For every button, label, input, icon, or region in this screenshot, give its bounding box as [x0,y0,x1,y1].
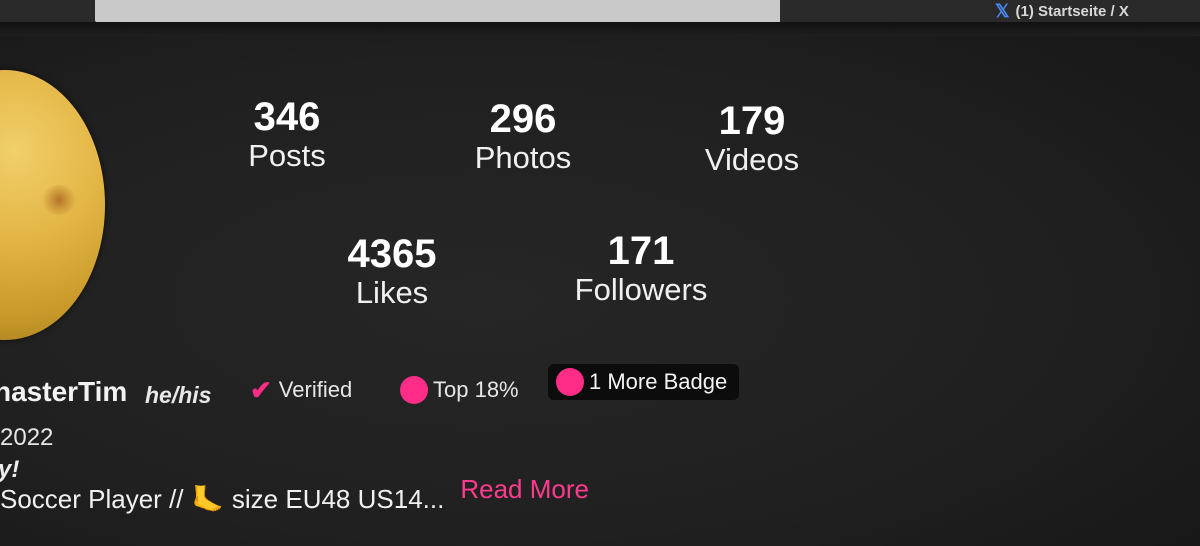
more-badges-button[interactable]: 1 More Badge [548,364,740,400]
avatar-detail [40,185,78,215]
stat-posts-value: 346 [253,95,321,139]
seal-icon [402,378,426,402]
bio-text-start: Soccer Player // [0,484,184,514]
stat-likes[interactable]: 4365 Likes [292,232,492,310]
avatar[interactable] [0,70,105,340]
seal-icon [558,370,582,394]
stat-photos[interactable]: 296 Photos [423,97,623,175]
page-top-edge [0,22,1200,36]
pronouns: he/his [145,382,212,408]
check-icon: ✔ [250,374,272,405]
stat-posts-label: Posts [248,138,326,173]
stat-photos-label: Photos [474,140,572,175]
x-tab-title: (1) Startseite / X [1015,2,1129,20]
x-logo-icon: 𝕏 [995,0,1010,21]
stat-likes-label: Likes [355,275,429,310]
stat-likes-value: 4365 [347,232,437,276]
screen: 𝕏 (1) Startseite / X 346 Posts 296 Photo… [0,0,1200,546]
username: nasterTim [0,376,128,407]
stat-videos[interactable]: 179 Videos [652,99,852,177]
profile-name-row: nasterTim he/his ✔ Verified Top 18% 1 Mo… [0,364,1200,412]
browser-tab-x[interactable]: 𝕏 (1) Startseite / X [995,0,1129,22]
bio-text-end: size EU48 US14... [231,484,445,514]
read-more-link[interactable]: Read More [460,474,589,505]
browser-tab-active[interactable] [95,0,780,22]
more-badges-label: 1 More Badge [589,369,728,394]
stat-followers-label: Followers [574,272,708,307]
stat-videos-value: 179 [718,99,786,143]
joined-year: 2022 [0,424,54,451]
foot-icon: 🦶 [191,484,224,514]
verified-badge[interactable]: ✔ Verified [250,372,352,408]
browser-tab-strip: 𝕏 (1) Startseite / X [0,0,1200,22]
stat-photos-value: 296 [489,97,557,141]
stat-followers[interactable]: 171 Followers [541,229,741,307]
top-label: Top 18% [433,377,519,402]
joined-date: 2022 [0,424,53,452]
top-badge[interactable]: Top 18% [402,372,519,408]
stat-followers-value: 171 [607,229,675,273]
stat-videos-label: Videos [704,142,800,177]
profile-tagline: y! [0,456,20,483]
profile-bio: Soccer Player // 🦶 size EU48 US14... Rea… [0,474,589,515]
stat-posts[interactable]: 346 Posts [187,95,387,173]
verified-label: Verified [278,377,353,402]
